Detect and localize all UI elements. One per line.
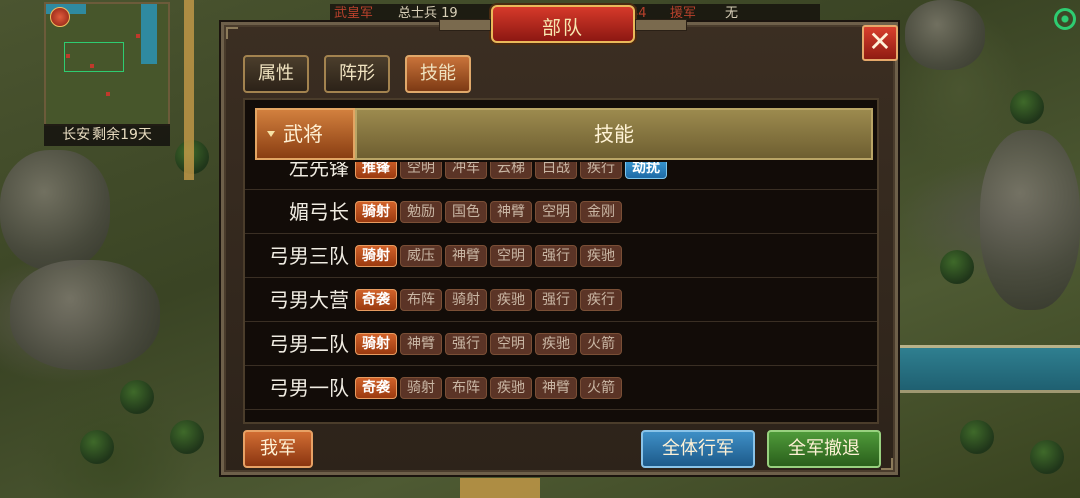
minimap-unit-dot xyxy=(90,64,94,68)
reserve-value: 无 xyxy=(725,6,739,21)
skill-badge[interactable]: 金刚 xyxy=(580,201,622,223)
skill-badge[interactable]: 疾行 xyxy=(580,289,622,311)
tab-attributes[interactable]: 属性 xyxy=(243,55,309,93)
skill-badge[interactable]: 强行 xyxy=(535,245,577,267)
unit-row[interactable]: 弓男一队 奇袭 骑射 布阵 疾驰 神臂 火箭 xyxy=(245,366,877,410)
map-road xyxy=(184,0,194,180)
skill-badge[interactable]: 疾驰 xyxy=(490,289,532,311)
skill-badge[interactable]: 神臂 xyxy=(490,201,532,223)
skill-badge[interactable]: 白战 xyxy=(535,162,577,179)
unit-skill-list: 骑射 威压 神臂 空明 强行 疾驰 xyxy=(355,245,622,267)
map-tree xyxy=(120,380,154,414)
unit-row[interactable]: 左先锋 推锋 空明 冲车 云梯 白战 疾行 劫扰 xyxy=(245,162,877,190)
skill-badge[interactable]: 骑射 xyxy=(355,333,397,355)
remaining-days: 剩余19天 xyxy=(92,127,152,143)
tab-formation[interactable]: 阵形 xyxy=(324,55,390,93)
skill-badge[interactable]: 劫扰 xyxy=(625,162,667,179)
skill-badge[interactable]: 强行 xyxy=(535,289,577,311)
dialog-title: 部队 xyxy=(541,17,584,39)
skill-badge[interactable]: 强行 xyxy=(445,333,487,355)
map-tree xyxy=(1030,440,1064,474)
map-tree xyxy=(170,420,204,454)
map-road xyxy=(460,478,540,498)
unit-name: 弓男二队 xyxy=(269,332,349,356)
faction-name: 武皇军 xyxy=(334,6,374,21)
map-tree xyxy=(940,250,974,284)
skill-badge[interactable]: 云梯 xyxy=(490,162,532,179)
map-tree xyxy=(80,430,114,464)
skill-badge[interactable]: 神臂 xyxy=(535,377,577,399)
skill-badge[interactable]: 火箭 xyxy=(580,333,622,355)
unit-list[interactable]: 左先锋 推锋 空明 冲车 云梯 白战 疾行 劫扰 媚弓长 骑射 勉励 国色 神臂 空明 金刚 弓男三队 骑射 威压… xyxy=(245,162,877,422)
skill-badge[interactable]: 空明 xyxy=(490,245,532,267)
map-rock xyxy=(10,260,160,370)
all-march-button[interactable]: 全体行军 xyxy=(641,430,755,468)
column-header-general[interactable]: 武将 xyxy=(255,108,355,160)
minimap-river xyxy=(141,4,157,64)
unit-row[interactable]: 弓男三队 骑射 威压 神臂 空明 强行 疾驰 xyxy=(245,234,877,278)
skill-badge[interactable]: 空明 xyxy=(490,333,532,355)
unit-name: 弓男三队 xyxy=(269,244,349,268)
skill-badge[interactable]: 国色 xyxy=(445,201,487,223)
map-rock xyxy=(0,150,110,270)
skill-badge[interactable]: 火箭 xyxy=(580,377,622,399)
skill-badge[interactable]: 神臂 xyxy=(445,245,487,267)
unit-row[interactable]: 弓男大营 奇袭 布阵 骑射 疾驰 强行 疾行 xyxy=(245,278,877,322)
skill-badge[interactable]: 推锋 xyxy=(355,162,397,179)
skill-badge[interactable]: 骑射 xyxy=(445,289,487,311)
map-rock xyxy=(905,0,985,70)
skill-badge[interactable]: 冲车 xyxy=(445,162,487,179)
dialog-title-plate: 部队 xyxy=(439,5,687,43)
skill-badge[interactable]: 布阵 xyxy=(445,377,487,399)
sort-arrow-icon xyxy=(267,131,275,137)
unit-row[interactable]: 弓男二队 骑射 神臂 强行 空明 疾驰 火箭 xyxy=(245,322,877,366)
unit-row[interactable]: 媚弓长 骑射 勉励 国色 神臂 空明 金刚 xyxy=(245,190,877,234)
unit-skill-list: 骑射 勉励 国色 神臂 空明 金刚 xyxy=(355,201,622,223)
unit-name: 弓男大营 xyxy=(269,288,349,312)
skill-badge[interactable]: 疾行 xyxy=(580,162,622,179)
city-name: 长安 xyxy=(62,127,91,143)
map-tree xyxy=(1010,90,1044,124)
map-rock xyxy=(980,130,1080,310)
map-river xyxy=(900,345,1080,393)
unit-skill-list: 奇袭 骑射 布阵 疾驰 神臂 火箭 xyxy=(355,377,622,399)
skill-badge[interactable]: 骑射 xyxy=(355,201,397,223)
city-status: 长安 剩余19天 xyxy=(44,124,170,146)
compass-icon[interactable] xyxy=(50,7,70,27)
unit-skill-list: 骑射 神臂 强行 空明 疾驰 火箭 xyxy=(355,333,622,355)
all-retreat-button[interactable]: 全军撤退 xyxy=(767,430,881,468)
unit-skill-list: 推锋 空明 冲车 云梯 白战 疾行 劫扰 xyxy=(355,162,667,179)
skill-badge[interactable]: 布阵 xyxy=(400,289,442,311)
map-tree xyxy=(960,420,994,454)
skill-badge[interactable]: 骑射 xyxy=(355,245,397,267)
skill-badge[interactable]: 空明 xyxy=(400,162,442,179)
skill-badge[interactable]: 骑射 xyxy=(400,377,442,399)
skill-badge[interactable]: 疾驰 xyxy=(490,377,532,399)
frame-corner xyxy=(881,458,893,470)
skill-badge[interactable]: 奇袭 xyxy=(355,289,397,311)
radar-icon[interactable] xyxy=(1054,8,1076,30)
minimap-viewport xyxy=(64,42,124,72)
skill-badge[interactable]: 神臂 xyxy=(400,333,442,355)
skills-panel: 武将 技能 左先锋 推锋 空明 冲车 云梯 白战 疾行 劫扰 媚弓长 骑射 勉励 国色 神臂 空明 金刚 弓男… xyxy=(243,98,879,424)
minimap-unit-dot xyxy=(136,34,140,38)
unit-name: 弓男一队 xyxy=(269,376,349,400)
unit-name: 媚弓长 xyxy=(289,200,349,224)
frame-corner xyxy=(226,27,238,39)
skill-badge[interactable]: 疾驰 xyxy=(535,333,577,355)
skill-badge[interactable]: 威压 xyxy=(400,245,442,267)
minimap-unit-dot xyxy=(66,54,70,58)
skill-badge[interactable]: 空明 xyxy=(535,201,577,223)
unit-skill-list: 奇袭 布阵 骑射 疾驰 强行 疾行 xyxy=(355,289,622,311)
column-header-skills: 技能 xyxy=(355,108,873,160)
tab-skills[interactable]: 技能 xyxy=(405,55,471,93)
minimap-unit-dot xyxy=(106,92,110,96)
unit-name: 左先锋 xyxy=(289,162,349,180)
skill-badge[interactable]: 疾驰 xyxy=(580,245,622,267)
our-army-button[interactable]: 我军 xyxy=(243,430,313,468)
close-button[interactable]: ✕ xyxy=(862,25,898,61)
army-dialog: 部队 ✕ 属性 阵形 技能 武将 技能 左先锋 推锋 空明 冲车 云梯 白战 疾行 劫扰 媚弓长… xyxy=(221,5,898,475)
skill-badge[interactable]: 奇袭 xyxy=(355,377,397,399)
skill-badge[interactable]: 勉励 xyxy=(400,201,442,223)
